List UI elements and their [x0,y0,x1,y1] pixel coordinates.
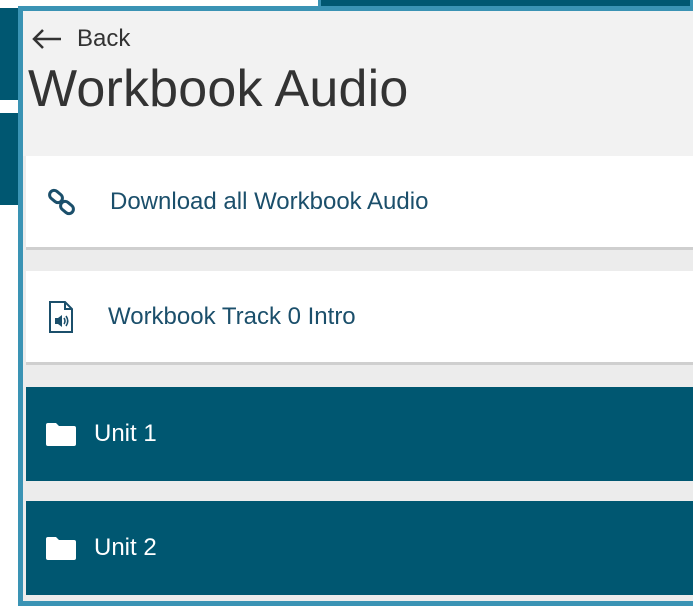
folder-unit-1[interactable]: Unit 1 [26,387,693,481]
download-all-label: Download all Workbook Audio [110,187,429,215]
folder-unit-2[interactable]: Unit 2 [26,501,693,595]
track-label: Workbook Track 0 Intro [108,302,356,330]
audio-panel: Back Workbook Audio Download all Workboo… [18,6,693,606]
page-title: Workbook Audio [28,60,409,118]
link-icon [44,186,80,218]
arrow-left-icon [32,29,61,49]
folder-icon [44,421,78,447]
folder-label: Unit 1 [94,420,157,447]
back-button[interactable]: Back [31,25,130,53]
back-label: Back [77,25,131,52]
audio-file-icon [44,300,78,333]
folder-icon [44,535,78,561]
folder-label: Unit 2 [94,534,157,561]
download-all-link[interactable]: Download all Workbook Audio [26,156,693,250]
list-item[interactable]: Workbook Track 0 Intro [26,271,693,365]
panel-header: Back Workbook Audio [23,11,693,156]
